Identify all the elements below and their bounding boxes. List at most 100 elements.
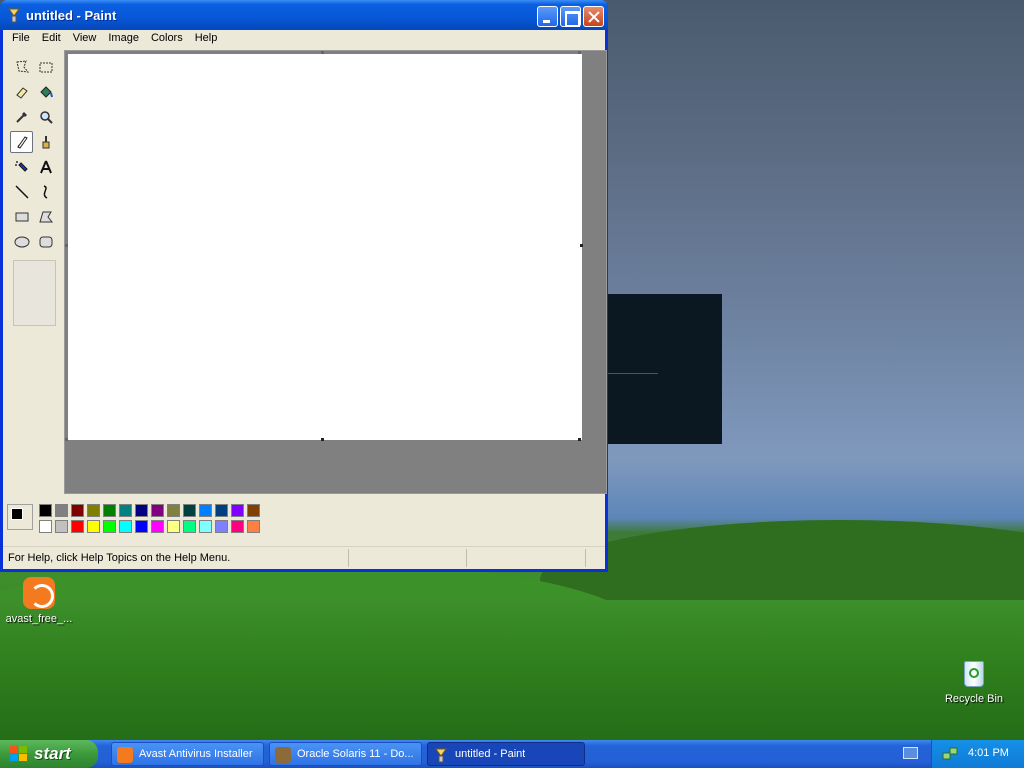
palette-swatch[interactable] bbox=[87, 504, 100, 517]
background-window-fragment bbox=[606, 294, 722, 444]
palette-swatch[interactable] bbox=[119, 520, 132, 533]
canvas-resize-handle bbox=[65, 438, 68, 441]
menu-image[interactable]: Image bbox=[102, 30, 145, 49]
palette-swatch[interactable] bbox=[199, 520, 212, 533]
drawing-canvas[interactable] bbox=[68, 54, 582, 440]
text-tool[interactable] bbox=[34, 156, 57, 178]
window-title: untitled - Paint bbox=[26, 8, 117, 23]
palette-swatch[interactable] bbox=[247, 504, 260, 517]
palette-swatch[interactable] bbox=[215, 520, 228, 533]
polygon-icon bbox=[38, 211, 53, 223]
palette-swatch[interactable] bbox=[231, 504, 244, 517]
rect-select-icon bbox=[39, 62, 52, 73]
palette-swatch[interactable] bbox=[71, 520, 84, 533]
rectangle-icon bbox=[15, 212, 28, 222]
palette-swatch[interactable] bbox=[199, 504, 212, 517]
rounded-rectangle-tool[interactable] bbox=[34, 231, 57, 253]
airbrush-tool[interactable] bbox=[10, 156, 33, 178]
palette-swatch[interactable] bbox=[167, 504, 180, 517]
rounded-rectangle-icon bbox=[39, 236, 52, 248]
palette-swatch[interactable] bbox=[151, 520, 164, 533]
select-tool[interactable] bbox=[34, 56, 57, 78]
palette-swatch[interactable] bbox=[119, 504, 132, 517]
desktop-icon-recycle-bin[interactable]: Recycle Bin bbox=[936, 657, 1012, 705]
canvas-resize-handle[interactable] bbox=[321, 438, 324, 441]
menu-help[interactable]: Help bbox=[189, 30, 224, 49]
tool-options-box[interactable] bbox=[13, 260, 56, 326]
taskbar-item-label: Avast Antivirus Installer bbox=[139, 748, 253, 760]
taskbar-item-paint[interactable]: untitled - Paint bbox=[427, 742, 585, 766]
canvas-resize-handle[interactable] bbox=[580, 244, 583, 247]
magnifier-icon bbox=[39, 111, 53, 124]
palette-swatch[interactable] bbox=[215, 504, 228, 517]
minimize-button[interactable] bbox=[537, 6, 558, 27]
menu-file[interactable]: File bbox=[6, 30, 36, 49]
brush-tool[interactable] bbox=[34, 131, 57, 153]
taskbar-item-oracle[interactable]: Oracle Solaris 11 - Do... bbox=[269, 742, 422, 766]
rectangle-tool[interactable] bbox=[10, 206, 33, 228]
magnifier-tool[interactable] bbox=[34, 106, 57, 128]
airbrush-icon bbox=[14, 161, 28, 172]
eraser-tool[interactable] bbox=[10, 81, 33, 103]
pencil-tool[interactable] bbox=[10, 131, 33, 153]
pencil-icon bbox=[16, 136, 28, 149]
palette-swatch[interactable] bbox=[103, 520, 116, 533]
palette-swatch[interactable] bbox=[151, 504, 164, 517]
free-form-select-icon bbox=[15, 60, 29, 73]
canvas-resize-handle bbox=[65, 244, 68, 247]
paint-window: untitled - Paint File Edit View Image Co… bbox=[0, 0, 608, 572]
canvas-area[interactable] bbox=[64, 50, 607, 494]
desktop-icon-avast[interactable]: avast_free_... bbox=[1, 577, 77, 625]
palette-swatch[interactable] bbox=[71, 504, 84, 517]
palette-swatch[interactable] bbox=[183, 504, 196, 517]
palette-swatch[interactable] bbox=[39, 520, 52, 533]
palette-swatch[interactable] bbox=[55, 520, 68, 533]
paint-icon bbox=[8, 8, 20, 23]
close-button[interactable] bbox=[583, 6, 604, 27]
palette-swatch[interactable] bbox=[135, 520, 148, 533]
network-icon[interactable] bbox=[942, 746, 958, 762]
palette-swatch[interactable] bbox=[231, 520, 244, 533]
curve-tool[interactable] bbox=[34, 181, 57, 203]
maximize-button[interactable] bbox=[560, 6, 581, 27]
color-palette bbox=[3, 496, 605, 542]
toolbox bbox=[3, 52, 61, 494]
status-text: For Help, click Help Topics on the Help … bbox=[8, 552, 231, 564]
palette-swatch[interactable] bbox=[87, 520, 100, 533]
palette-swatch[interactable] bbox=[135, 504, 148, 517]
avast-icon bbox=[23, 577, 55, 609]
ellipse-icon bbox=[14, 236, 29, 248]
eraser-icon bbox=[15, 87, 28, 99]
start-button[interactable]: start bbox=[0, 740, 98, 768]
palette-swatch[interactable] bbox=[167, 520, 180, 533]
start-label: start bbox=[34, 744, 71, 763]
paint-icon bbox=[435, 748, 447, 763]
line-tool[interactable] bbox=[10, 181, 33, 203]
menu-edit[interactable]: Edit bbox=[36, 30, 67, 49]
current-colors[interactable] bbox=[7, 504, 33, 530]
palette-swatch[interactable] bbox=[103, 504, 116, 517]
palette-swatch[interactable] bbox=[39, 504, 52, 517]
title-bar[interactable]: untitled - Paint bbox=[0, 0, 608, 30]
free-form-select-tool[interactable] bbox=[10, 56, 33, 78]
status-bar: For Help, click Help Topics on the Help … bbox=[3, 546, 605, 568]
foreground-color bbox=[11, 508, 23, 520]
brush-icon bbox=[42, 136, 49, 149]
pick-color-tool[interactable] bbox=[10, 106, 33, 128]
windows-flag-icon bbox=[10, 746, 27, 761]
text-icon bbox=[39, 160, 52, 174]
palette-swatch[interactable] bbox=[247, 520, 260, 533]
clock[interactable]: 4:01 PM bbox=[968, 747, 1009, 759]
paint-bucket-icon bbox=[39, 86, 53, 98]
palette-swatch[interactable] bbox=[55, 504, 68, 517]
palette-swatch[interactable] bbox=[183, 520, 196, 533]
polygon-tool[interactable] bbox=[34, 206, 57, 228]
menu-colors[interactable]: Colors bbox=[145, 30, 189, 49]
ellipse-tool[interactable] bbox=[10, 231, 33, 253]
taskbar-item-avast[interactable]: Avast Antivirus Installer bbox=[111, 742, 264, 766]
canvas-resize-handle[interactable] bbox=[578, 438, 581, 441]
curve-icon bbox=[43, 185, 47, 199]
fill-tool[interactable] bbox=[34, 81, 57, 103]
menu-view[interactable]: View bbox=[67, 30, 103, 49]
keyboard-icon[interactable] bbox=[903, 747, 918, 759]
